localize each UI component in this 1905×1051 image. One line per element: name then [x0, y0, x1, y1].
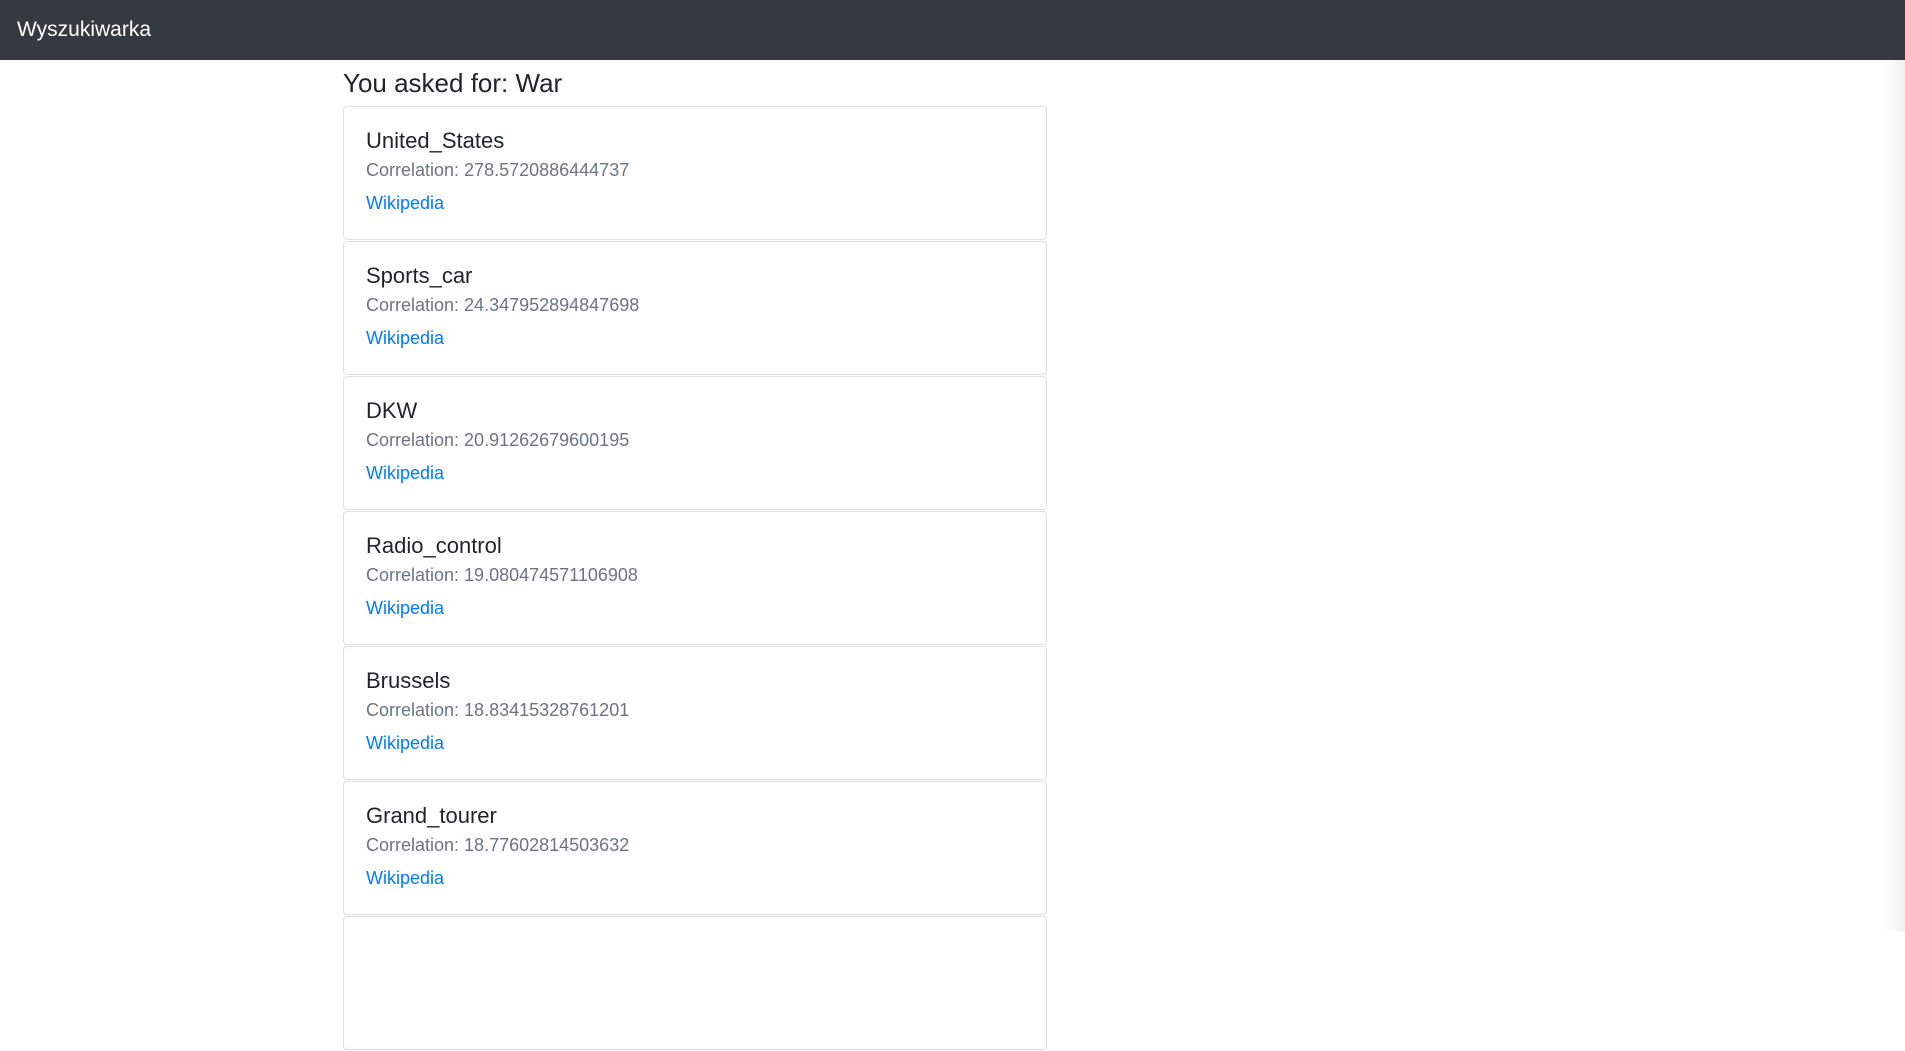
wikipedia-link[interactable]: Wikipedia	[366, 328, 444, 348]
result-title: Grand_tourer	[366, 803, 497, 828]
wikipedia-link[interactable]: Wikipedia	[366, 868, 444, 888]
result-card: United_States Correlation: 278.572088644…	[343, 106, 1047, 240]
wikipedia-link[interactable]: Wikipedia	[366, 598, 444, 618]
result-correlation: Correlation: 18.83415328761201	[366, 700, 630, 720]
wikipedia-link[interactable]: Wikipedia	[366, 733, 444, 753]
result-title: United_States	[366, 128, 505, 153]
result-title: Sports_car	[366, 263, 473, 288]
result-correlation: Correlation: 20.91262679600195	[366, 430, 630, 450]
results-list: United_States Correlation: 278.572088644…	[343, 106, 1047, 1050]
navbar: Wyszukiwarka	[0, 0, 1905, 60]
result-card: Brussels Correlation: 18.83415328761201 …	[343, 646, 1047, 780]
page-title: You asked for: War	[343, 68, 563, 98]
main-content: You asked for: War United_States Correla…	[343, 60, 1047, 1051]
result-card: DKW Correlation: 20.91262679600195 Wikip…	[343, 376, 1047, 510]
result-card: Grand_tourer Correlation: 18.77602814503…	[343, 781, 1047, 915]
result-correlation: Correlation: 24.347952894847698	[366, 295, 640, 315]
result-card-partial	[343, 916, 1047, 1050]
result-correlation: Correlation: 18.77602814503632	[366, 835, 630, 855]
result-correlation: Correlation: 19.080474571106908	[366, 565, 638, 585]
result-correlation: Correlation: 278.5720886444737	[366, 160, 630, 180]
result-title: Radio_control	[366, 533, 502, 558]
wikipedia-link[interactable]: Wikipedia	[366, 193, 444, 213]
brand-link[interactable]: Wyszukiwarka	[17, 18, 151, 42]
result-title: DKW	[366, 398, 418, 423]
result-title: Brussels	[366, 668, 451, 693]
scrollbar-track[interactable]	[1883, 60, 1905, 931]
result-card: Radio_control Correlation: 19.0804745711…	[343, 511, 1047, 645]
result-card: Sports_car Correlation: 24.3479528948476…	[343, 241, 1047, 375]
wikipedia-link[interactable]: Wikipedia	[366, 463, 444, 483]
